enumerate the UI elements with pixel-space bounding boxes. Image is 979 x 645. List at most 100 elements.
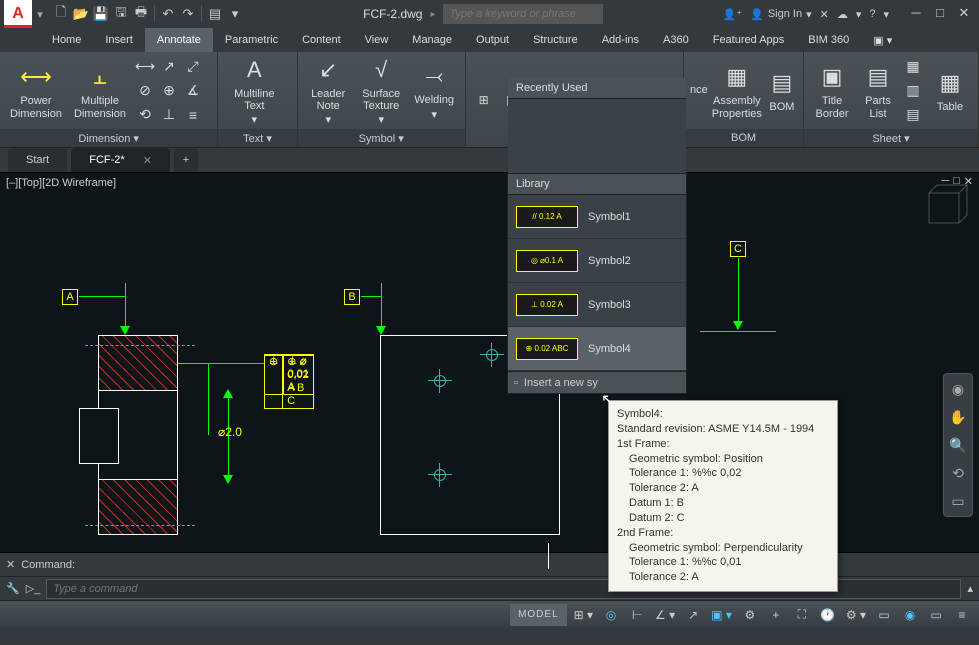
- tab-a360[interactable]: A360: [651, 28, 701, 52]
- polar-icon[interactable]: ∠ ▾: [652, 604, 678, 626]
- tab-insert[interactable]: Insert: [93, 28, 145, 52]
- model-space-button[interactable]: MODEL: [510, 604, 567, 626]
- tab-file[interactable]: FCF-2*✕: [71, 148, 170, 172]
- leader-note-button[interactable]: ↙LeaderNote▾: [304, 55, 353, 127]
- plot-icon[interactable]: 🖶: [132, 5, 150, 23]
- library-item-symbol1[interactable]: // 0.12 ASymbol1: [508, 195, 686, 239]
- cmd-expand-icon[interactable]: ▴: [967, 582, 973, 595]
- nce-button[interactable]: nce: [690, 55, 708, 127]
- exchange-icon[interactable]: ✕: [820, 8, 829, 21]
- dim-tool-icon[interactable]: ⤢: [182, 56, 204, 78]
- customize-icon[interactable]: 🔧: [6, 582, 20, 595]
- tab-content[interactable]: Content: [290, 28, 353, 52]
- orbit-icon[interactable]: ⟲: [947, 462, 969, 484]
- dim-tool-icon[interactable]: ⊘: [134, 80, 156, 102]
- sign-in-button[interactable]: 👤 Sign In ▾: [750, 8, 811, 21]
- symbol-icon[interactable]: ⊞: [472, 90, 496, 110]
- chevron-down-icon[interactable]: ▾: [856, 8, 862, 21]
- open-icon[interactable]: 📂: [72, 5, 90, 23]
- close-tab-icon[interactable]: ✕: [143, 154, 152, 167]
- library-footer[interactable]: ▫Insert a new sy: [508, 371, 686, 393]
- redo-icon[interactable]: ↷: [179, 5, 197, 23]
- surface-texture-button[interactable]: √SurfaceTexture▾: [357, 55, 406, 127]
- tab-home[interactable]: Home: [40, 28, 93, 52]
- a360-icon[interactable]: ☁: [837, 8, 848, 21]
- grid-icon[interactable]: ⊞ ▾: [571, 604, 596, 626]
- assembly-properties-button[interactable]: ▦AssemblyProperties: [712, 55, 762, 127]
- dim-tool-icon[interactable]: ⟲: [134, 104, 156, 126]
- library-item-symbol2[interactable]: ◎ ⌀0.1 ASymbol2: [508, 239, 686, 283]
- new-icon[interactable]: 🗋: [52, 5, 70, 23]
- save-icon[interactable]: 💾: [92, 5, 110, 23]
- hardware-icon[interactable]: ◉: [899, 604, 921, 626]
- multiline-text-button[interactable]: AMultilineText▾: [224, 55, 284, 127]
- library-item-symbol4[interactable]: ⊕ 0.02 ABCSymbol4: [508, 327, 686, 371]
- clean-icon[interactable]: ▭: [925, 604, 947, 626]
- scale-icon[interactable]: 🕐: [817, 604, 839, 626]
- new-tab-button[interactable]: +: [174, 148, 198, 172]
- anno-icon[interactable]: ⛶: [791, 604, 813, 626]
- snap-icon[interactable]: ◎: [600, 604, 622, 626]
- search-input[interactable]: [443, 4, 603, 24]
- tab-bim360[interactable]: BIM 360: [796, 28, 861, 52]
- saveas-icon[interactable]: 🖫: [112, 5, 130, 23]
- panel-title-bom[interactable]: BOM: [684, 129, 803, 147]
- library-item-symbol3[interactable]: ⊥ 0.02 ASymbol3: [508, 283, 686, 327]
- layer-icon[interactable]: ▤: [206, 5, 224, 23]
- undo-icon[interactable]: ↶: [159, 5, 177, 23]
- app-logo[interactable]: A: [4, 0, 32, 28]
- welding-button[interactable]: ⤙Welding▾: [410, 55, 459, 127]
- monitor-icon[interactable]: ▭: [873, 604, 895, 626]
- dim-tool-icon[interactable]: ∡: [182, 80, 204, 102]
- pan-icon[interactable]: ✋: [947, 406, 969, 428]
- tab-structure[interactable]: Structure: [521, 28, 590, 52]
- dim-tool-icon[interactable]: ≡: [182, 104, 204, 126]
- panel-title-text[interactable]: Text ▾: [218, 129, 296, 147]
- sheet-tool-icon[interactable]: ▤: [902, 104, 924, 126]
- qat-dropdown-icon[interactable]: ▾: [226, 5, 244, 23]
- parts-list-button[interactable]: ▤PartsList: [858, 55, 898, 127]
- dim-tool-icon[interactable]: ⟷: [134, 56, 156, 78]
- dim-tool-icon[interactable]: ⊕: [158, 80, 180, 102]
- showmotion-icon[interactable]: ▭: [947, 490, 969, 512]
- tab-annotate[interactable]: Annotate: [145, 28, 213, 52]
- tab-output[interactable]: Output: [464, 28, 521, 52]
- panel-title-symbol[interactable]: Symbol ▾: [298, 129, 465, 147]
- dim-tool-icon[interactable]: ↗: [158, 56, 180, 78]
- panel-title-sheet[interactable]: Sheet ▾: [804, 129, 978, 147]
- maximize-button[interactable]: □: [929, 5, 951, 23]
- wheel-icon[interactable]: ◉: [947, 378, 969, 400]
- layer-icon[interactable]: ▣ ▾: [708, 604, 735, 626]
- power-dimension-button[interactable]: ⟷PowerDimension: [6, 55, 66, 127]
- bom-button[interactable]: ▤BOM: [766, 55, 798, 127]
- osnap-icon[interactable]: ↗: [682, 604, 704, 626]
- help-icon[interactable]: ?: [869, 8, 875, 20]
- chevron-down-icon[interactable]: ▾: [883, 8, 889, 21]
- table-button[interactable]: ▦Table: [928, 55, 972, 127]
- multiple-dimension-button[interactable]: ⫠MultipleDimension: [70, 55, 130, 127]
- viewcube[interactable]: [919, 183, 969, 233]
- infocenter-icon[interactable]: 👤⁺: [723, 8, 743, 21]
- close-cmd-icon[interactable]: ✕: [6, 558, 15, 571]
- close-button[interactable]: ✕: [953, 5, 975, 23]
- tab-addins[interactable]: Add-ins: [590, 28, 651, 52]
- customize-status-icon[interactable]: ≡: [951, 604, 973, 626]
- minimize-button[interactable]: ─: [905, 5, 927, 23]
- tab-extra-icon[interactable]: ▣ ▾: [861, 28, 904, 52]
- tab-parametric[interactable]: Parametric: [213, 28, 290, 52]
- tab-view[interactable]: View: [353, 28, 401, 52]
- zoom-icon[interactable]: 🔍: [947, 434, 969, 456]
- panel-title-dimension[interactable]: Dimension ▾: [0, 129, 217, 147]
- sheet-tool-icon[interactable]: ▦: [902, 56, 924, 78]
- dim-tool-icon[interactable]: ⊥: [158, 104, 180, 126]
- ortho-icon[interactable]: ⊢: [626, 604, 648, 626]
- plus-icon[interactable]: +: [765, 604, 787, 626]
- title-border-button[interactable]: ▣TitleBorder: [810, 55, 854, 127]
- app-menu-dropdown[interactable]: ▾: [34, 8, 46, 21]
- gear-icon[interactable]: ⚙: [739, 604, 761, 626]
- sheet-tool-icon[interactable]: ▥: [902, 80, 924, 102]
- tab-featured[interactable]: Featured Apps: [701, 28, 797, 52]
- tab-manage[interactable]: Manage: [400, 28, 464, 52]
- tab-start[interactable]: Start: [8, 148, 67, 172]
- workspace-icon[interactable]: ⚙ ▾: [843, 604, 869, 626]
